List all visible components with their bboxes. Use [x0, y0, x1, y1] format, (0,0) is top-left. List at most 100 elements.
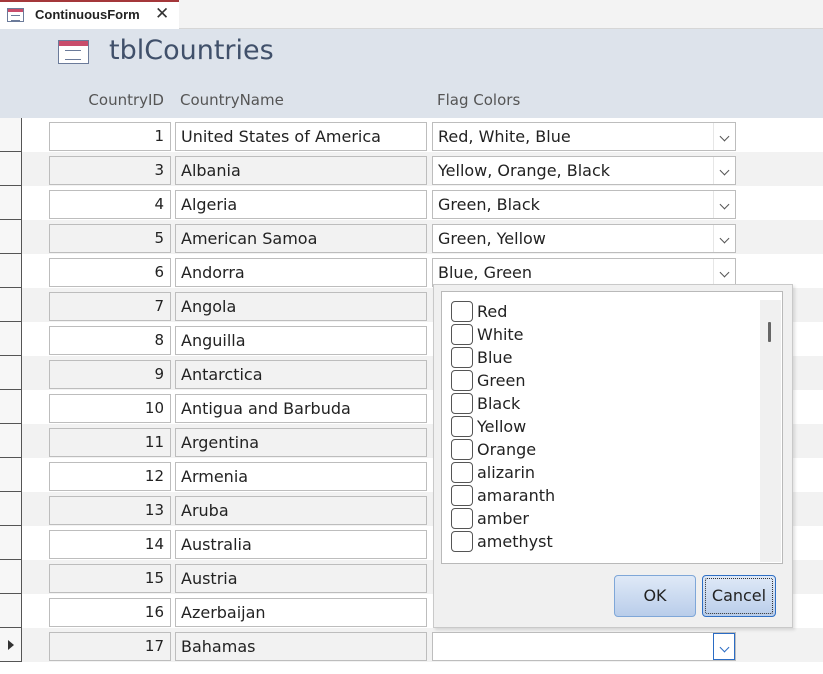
checklist-item[interactable]: Blue — [451, 346, 751, 369]
chevron-down-icon[interactable] — [713, 191, 735, 218]
checklist-item-label: Orange — [477, 440, 537, 459]
checkbox[interactable] — [451, 508, 473, 529]
form-icon — [7, 8, 24, 22]
table-row: 17 Bahamas — [0, 628, 823, 662]
country-name-field[interactable]: Algeria — [175, 190, 427, 219]
chevron-down-icon[interactable] — [713, 123, 735, 150]
checkbox[interactable] — [451, 370, 473, 391]
checkbox[interactable] — [451, 301, 473, 322]
country-id-field[interactable]: 5 — [49, 224, 171, 253]
checklist-item-label: Green — [477, 371, 526, 390]
flag-colors-combo[interactable]: Blue, Green — [432, 258, 736, 287]
checklist-item[interactable]: alizarin — [451, 461, 751, 484]
record-selector[interactable] — [0, 526, 22, 560]
country-name-field[interactable]: Aruba — [175, 496, 427, 525]
checklist-item[interactable]: amber — [451, 507, 751, 530]
country-id-field[interactable]: 12 — [49, 462, 171, 491]
record-selector[interactable] — [0, 220, 22, 254]
record-selector[interactable] — [0, 424, 22, 458]
record-selector[interactable] — [0, 254, 22, 288]
country-name-field[interactable]: Antigua and Barbuda — [175, 394, 427, 423]
flag-colors-combo[interactable]: Red, White, Blue — [432, 122, 736, 151]
checklist-item[interactable]: amaranth — [451, 484, 751, 507]
form-header: tblCountries CountryID CountryName Flag … — [0, 29, 823, 118]
flag-colors-combo[interactable]: Green, Yellow — [432, 224, 736, 253]
flag-colors-combo[interactable] — [432, 632, 736, 661]
checkbox[interactable] — [451, 416, 473, 437]
ok-button[interactable]: OK — [614, 575, 696, 617]
country-id-field[interactable]: 10 — [49, 394, 171, 423]
checklist-item[interactable]: White — [451, 323, 751, 346]
table-row: 6 Andorra Blue, Green — [0, 254, 823, 288]
country-id-field[interactable]: 15 — [49, 564, 171, 593]
checkbox[interactable] — [451, 485, 473, 506]
record-selector[interactable] — [0, 322, 22, 356]
country-name-field[interactable]: Australia — [175, 530, 427, 559]
checklist-item[interactable]: Black — [451, 392, 751, 415]
table-row: 3 Albania Yellow, Orange, Black — [0, 152, 823, 186]
country-name-field[interactable]: Argentina — [175, 428, 427, 457]
country-name-field[interactable]: Austria — [175, 564, 427, 593]
checkbox[interactable] — [451, 347, 473, 368]
flag-colors-checklist[interactable]: Red White Blue Green Black Yellow Orange alizar… — [441, 291, 783, 564]
record-selector[interactable] — [0, 492, 22, 526]
record-selector[interactable] — [0, 118, 22, 152]
record-selector[interactable] — [0, 186, 22, 220]
country-name-field[interactable]: Azerbaijan — [175, 598, 427, 627]
country-id-field[interactable]: 1 — [49, 122, 171, 151]
country-id-field[interactable]: 8 — [49, 326, 171, 355]
checkbox[interactable] — [451, 531, 473, 552]
record-selector[interactable] — [0, 356, 22, 390]
checkbox[interactable] — [451, 324, 473, 345]
chevron-down-icon[interactable] — [713, 633, 735, 660]
checklist-scrollbar[interactable] — [760, 300, 781, 562]
country-id-field[interactable]: 6 — [49, 258, 171, 287]
country-id-field[interactable]: 4 — [49, 190, 171, 219]
country-name-field[interactable]: Andorra — [175, 258, 427, 287]
country-name-field[interactable]: Albania — [175, 156, 427, 185]
checklist-item-label: amaranth — [477, 486, 556, 505]
country-id-field[interactable]: 9 — [49, 360, 171, 389]
checklist-item[interactable]: Orange — [451, 438, 751, 461]
country-name-field[interactable]: Armenia — [175, 462, 427, 491]
checklist-item[interactable]: Yellow — [451, 415, 751, 438]
record-selector[interactable] — [0, 288, 22, 322]
country-name-field[interactable]: Anguilla — [175, 326, 427, 355]
record-selector[interactable] — [0, 560, 22, 594]
country-id-field[interactable]: 17 — [49, 632, 171, 661]
table-row: 1 United States of America Red, White, Blu… — [0, 118, 823, 152]
tab-label: ContinuousForm — [35, 7, 140, 22]
chevron-down-icon[interactable] — [713, 259, 735, 286]
checklist-item[interactable]: Red — [451, 300, 751, 323]
country-name-field[interactable]: Antarctica — [175, 360, 427, 389]
chevron-down-icon[interactable] — [713, 157, 735, 184]
chevron-down-icon[interactable] — [713, 225, 735, 252]
country-id-field[interactable]: 7 — [49, 292, 171, 321]
record-selector[interactable] — [0, 594, 22, 628]
flag-colors-combo[interactable]: Yellow, Orange, Black — [432, 156, 736, 185]
checkbox[interactable] — [451, 393, 473, 414]
country-name-field[interactable]: United States of America — [175, 122, 427, 151]
checklist-item[interactable]: Green — [451, 369, 751, 392]
checklist-item[interactable]: amethyst — [451, 530, 751, 553]
flag-colors-combo[interactable]: Green, Black — [432, 190, 736, 219]
country-name-field[interactable]: American Samoa — [175, 224, 427, 253]
flag-colors-value: Yellow, Orange, Black — [438, 161, 611, 180]
country-name-field[interactable]: Bahamas — [175, 632, 427, 661]
close-icon[interactable]: ✕ — [155, 4, 169, 24]
country-id-field[interactable]: 11 — [49, 428, 171, 457]
record-selector[interactable] — [0, 390, 22, 424]
tab-continuous-form[interactable]: ContinuousForm ✕ — [0, 0, 179, 29]
cancel-button[interactable]: Cancel — [702, 575, 776, 617]
record-selector[interactable] — [0, 152, 22, 186]
record-selector[interactable] — [0, 628, 22, 662]
scrollbar-thumb[interactable] — [768, 322, 771, 342]
checkbox[interactable] — [451, 462, 473, 483]
record-selector[interactable] — [0, 458, 22, 492]
country-id-field[interactable]: 14 — [49, 530, 171, 559]
country-id-field[interactable]: 13 — [49, 496, 171, 525]
checkbox[interactable] — [451, 439, 473, 460]
country-name-field[interactable]: Angola — [175, 292, 427, 321]
country-id-field[interactable]: 16 — [49, 598, 171, 627]
country-id-field[interactable]: 3 — [49, 156, 171, 185]
